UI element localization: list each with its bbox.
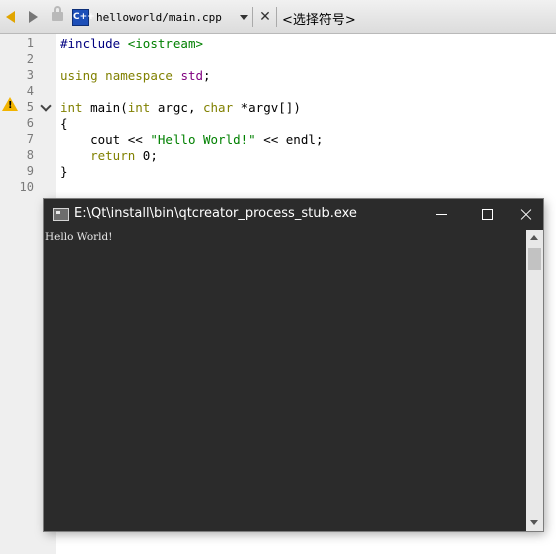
include-header: <iostream> <box>127 36 204 51</box>
keyword: using <box>60 68 98 83</box>
console-title: E:\Qt\install\bin\qtcreator_process_stub… <box>74 206 357 221</box>
toolbar-divider <box>276 7 277 27</box>
preprocessor-directive: #include <box>60 36 121 51</box>
line-number: 9 <box>26 164 34 178</box>
code-line: int main(int argc, char *argv[]) <box>60 100 301 115</box>
lock-icon[interactable] <box>52 6 63 21</box>
close-window-button[interactable] <box>509 199 553 230</box>
minimize-button[interactable] <box>421 199 465 230</box>
console-output-area[interactable]: Hello World! <box>44 230 526 531</box>
code-line: } <box>60 164 68 179</box>
maximize-button[interactable] <box>465 199 509 230</box>
console-app-icon <box>53 208 69 221</box>
code-line: cout << "Hello World!" << endl; <box>60 132 323 147</box>
type-keyword: int <box>127 100 151 115</box>
code-line: using namespace std; <box>60 68 211 83</box>
console-window[interactable]: E:\Qt\install\bin\qtcreator_process_stub… <box>44 199 543 531</box>
type-keyword: char <box>203 100 234 115</box>
editor-toolbar: C++ helloworld/main.cpp ✕ <选择符号> <box>0 0 556 34</box>
code-text: argc, <box>150 100 203 115</box>
line-number: 8 <box>26 148 34 162</box>
code-line: #include <iostream> <box>60 36 203 51</box>
keyword: namespace <box>105 68 173 83</box>
symbol-selector[interactable]: <选择符号> <box>282 9 356 28</box>
console-output-text: Hello World! <box>45 231 113 243</box>
forward-arrow-icon[interactable] <box>29 11 38 23</box>
warning-icon[interactable]: ! <box>2 97 18 111</box>
line-number: 3 <box>26 68 34 82</box>
back-arrow-icon[interactable] <box>6 11 15 23</box>
code-text: ; <box>203 68 211 83</box>
code-text: cout << <box>60 132 151 147</box>
toolbar-divider <box>252 7 253 27</box>
console-scrollbar[interactable] <box>526 230 543 531</box>
keyword: return <box>60 148 136 163</box>
file-selector[interactable]: helloworld/main.cpp <box>96 11 222 24</box>
line-number: 6 <box>26 116 34 130</box>
line-number: 7 <box>26 132 34 146</box>
code-text: << endl; <box>255 132 324 147</box>
code-line: { <box>60 116 68 131</box>
line-number: 10 <box>19 180 34 194</box>
cpp-file-icon: C++ <box>72 9 95 26</box>
line-number: 2 <box>26 52 34 66</box>
close-document-button[interactable]: ✕ <box>257 9 273 25</box>
scrollbar-thumb[interactable] <box>528 248 541 270</box>
code-text: *argv[]) <box>233 100 301 115</box>
namespace-name: std <box>180 68 204 83</box>
code-line: return 0; <box>60 148 158 163</box>
string-literal: "Hello World!" <box>150 132 256 147</box>
code-text: 0; <box>135 148 158 163</box>
line-number: 1 <box>26 36 34 50</box>
scroll-up-icon[interactable] <box>530 235 538 240</box>
line-number: 4 <box>26 84 34 98</box>
code-text: main( <box>82 100 128 115</box>
type-keyword: int <box>60 100 83 115</box>
console-titlebar[interactable]: E:\Qt\install\bin\qtcreator_process_stub… <box>44 199 543 230</box>
file-dropdown-icon[interactable] <box>240 15 248 20</box>
scroll-down-icon[interactable] <box>530 520 538 525</box>
